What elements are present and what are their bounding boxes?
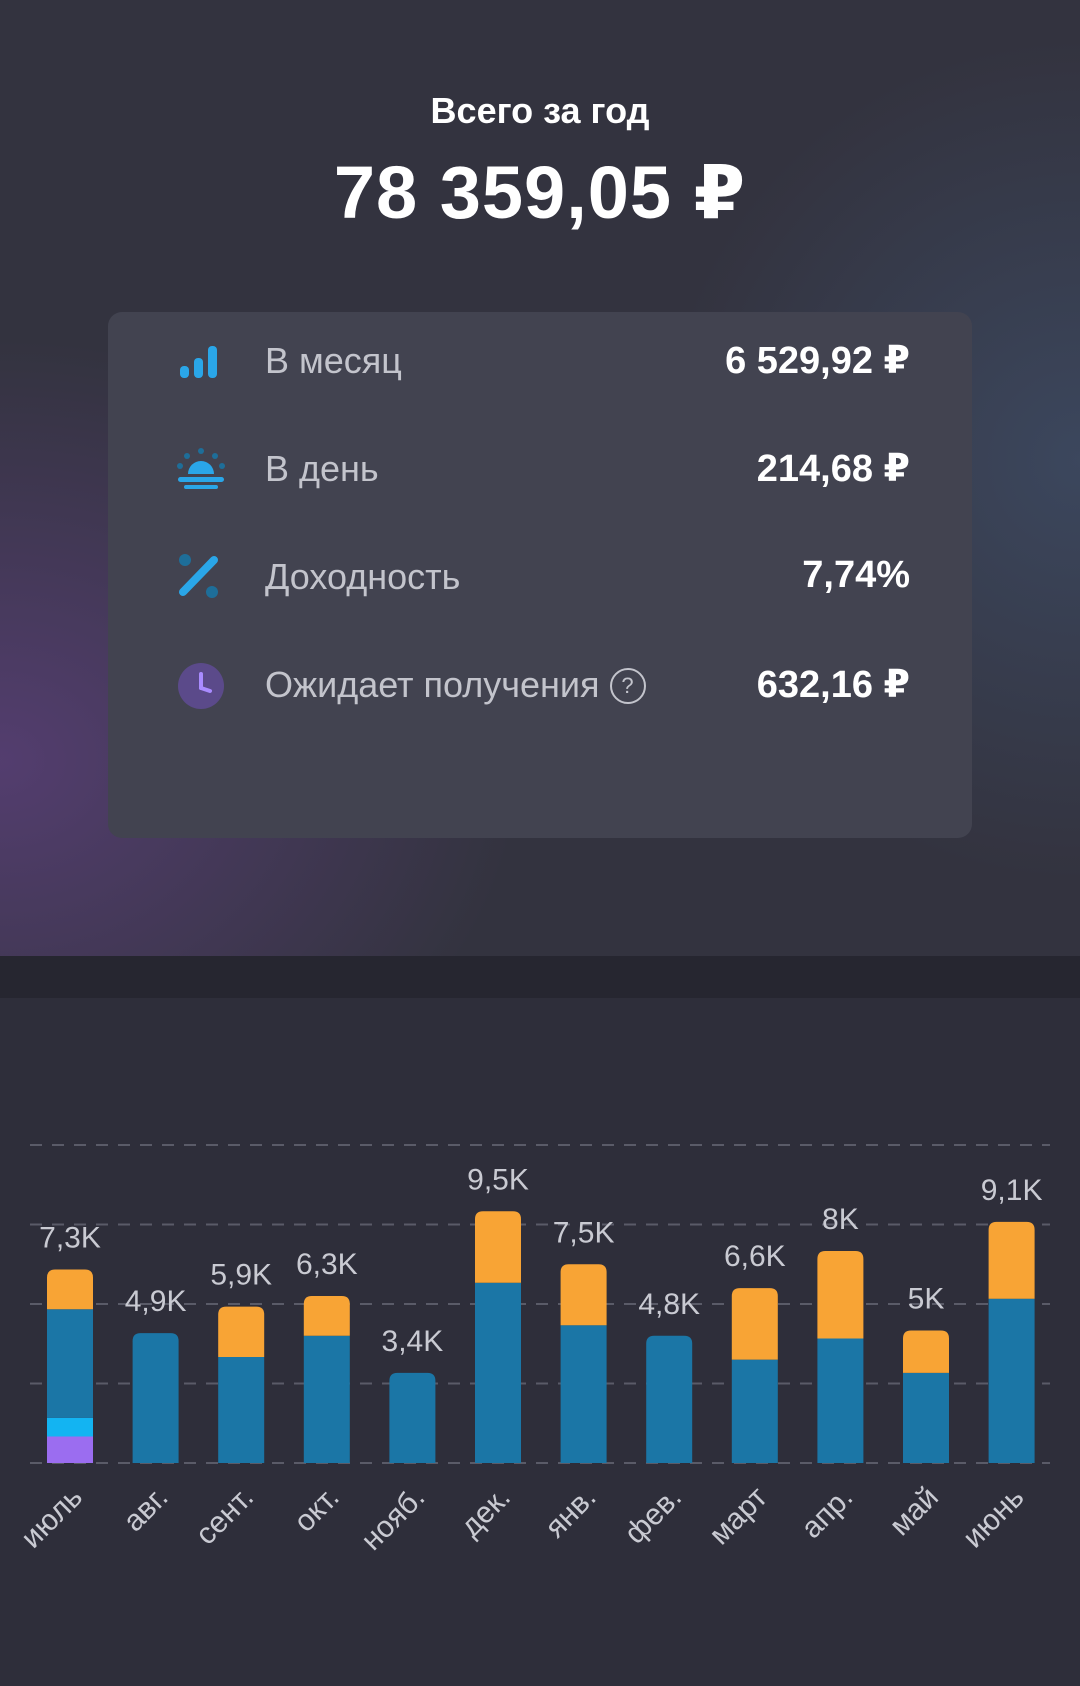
x-tick-label: нояб. [355,1481,431,1557]
x-tick-label: май [883,1481,945,1543]
section-divider [0,956,1080,998]
bar-segment [731,1288,778,1360]
bar-total-label: 4,9K [125,1285,187,1318]
total-year-label: Всего за год [430,90,650,131]
stat-row-month: В месяц 6 529,92 ₽ [108,320,972,400]
bar-segment [218,1306,265,1357]
stat-label-pending-text: Ожидает получения [265,664,600,705]
stat-label-day: В день [265,448,379,489]
stats-card: В месяц 6 529,92 ₽ В день 214,68 ₽ Доход… [108,312,972,838]
bar-segment [303,1335,350,1463]
bar-total-label: 7,3K [39,1222,101,1255]
x-tick-label: июль [15,1481,89,1555]
bar-segment [475,1282,521,1463]
bar-segment [903,1330,949,1373]
x-tick-label: фев. [618,1481,688,1551]
stat-label-pending: Ожидает получения? [265,664,646,706]
bar-segment [47,1417,93,1437]
bar-total-label: 7,5K [553,1216,615,1249]
bar-segment [303,1296,350,1336]
bar-segment [47,1436,93,1463]
stat-row-pending: Ожидает получения? 632,16 ₽ [108,644,972,724]
x-tick-label: дек. [454,1481,517,1544]
stat-value-yield: 7,74% [802,554,910,596]
x-tick-label: янв. [539,1481,603,1545]
bar-segment [560,1325,607,1463]
bar-segment [47,1309,93,1418]
stat-label-yield: Доходность [265,556,461,597]
sunrise-icon [174,442,228,494]
x-tick-label: сент. [189,1481,260,1552]
bar-segment [389,1372,436,1463]
x-tick-label: окт. [288,1481,346,1539]
x-tick-label: март [703,1480,774,1551]
bar-segment [731,1359,778,1463]
bar-segment [817,1251,864,1339]
total-year-value: 78 359,05 ₽ [333,151,747,234]
bar-total-label: 6,6K [724,1240,786,1273]
bar-segment [47,1269,93,1310]
bar-total-label: 6,3K [296,1248,358,1281]
bar-segment [903,1372,949,1463]
bar-total-label: 3,4K [382,1325,444,1358]
stat-value-month: 6 529,92 ₽ [725,340,910,382]
clock-icon [174,658,228,710]
bar-segment [475,1211,521,1283]
help-icon[interactable]: ? [609,668,646,704]
stat-row-yield: Доходность 7,74% [108,536,972,616]
bar-total-label: 9,5K [467,1163,529,1196]
bar-segment [817,1338,864,1463]
stat-value-pending: 632,16 ₽ [756,664,910,706]
bar-chart-icon [174,334,228,386]
x-tick-label: авг. [117,1481,174,1538]
bar-segment [988,1298,1035,1463]
bar-total-label: 5K [908,1283,945,1316]
x-tick-label: июнь [957,1481,1031,1555]
bar-segment [560,1264,607,1326]
stat-value-day: 214,68 ₽ [756,448,910,490]
percent-icon [174,550,228,602]
bar-total-label: 5,9K [210,1259,272,1292]
bar-segment [646,1335,693,1463]
bar-total-label: 4,8K [638,1288,700,1321]
stat-row-day: В день 214,68 ₽ [108,428,972,508]
x-tick-label: апр. [795,1481,859,1545]
bar-total-label: 8K [822,1203,859,1236]
bar-total-label: 9,1K [981,1174,1043,1207]
bar-segment [218,1357,265,1463]
chart-section: 7,3K июль 4,9K авг. 5,9K сент. 6,3K окт. 3,4K ноя… [0,998,1080,1686]
bar-segment [132,1333,179,1463]
bar-segment [988,1221,1035,1299]
stat-label-month: В месяц [265,340,402,381]
income-bar-chart: 7,3K июль 4,9K авг. 5,9K сент. 6,3K окт. 3,4K ноя… [15,1144,1050,1557]
